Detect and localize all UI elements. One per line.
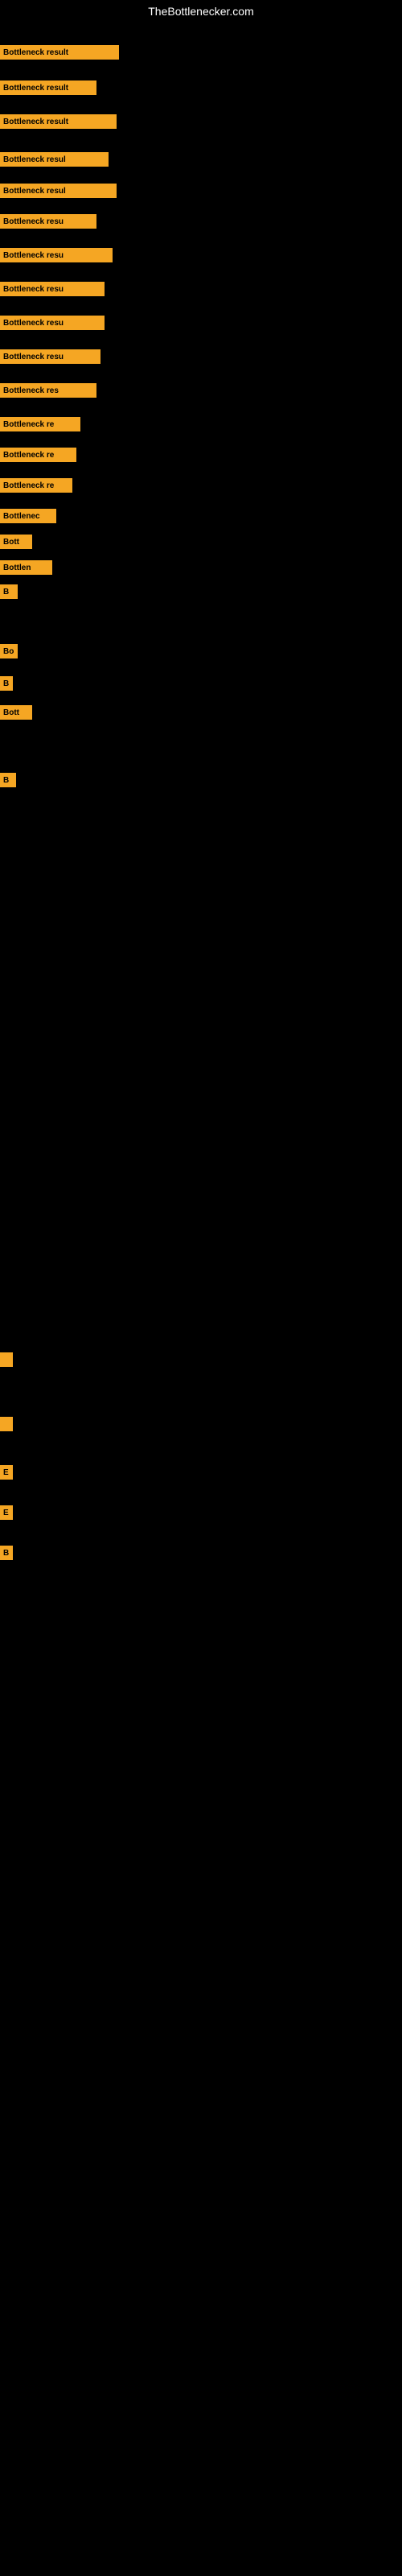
bar-label-19: Bo xyxy=(3,647,14,656)
bar-label-2: Bottleneck result xyxy=(3,84,68,93)
bar-item-3: Bottleneck result xyxy=(0,114,117,129)
bar-label-15: Bottlenec xyxy=(3,512,40,521)
bar-item-24 xyxy=(0,1417,13,1431)
bar-label-1: Bottleneck result xyxy=(3,48,68,57)
bar-item-21: Bott xyxy=(0,705,32,720)
bar-item-4: Bottleneck resul xyxy=(0,152,109,167)
bar-item-25: E xyxy=(0,1465,13,1480)
bar-item-18: B xyxy=(0,584,18,599)
bar-item-12: Bottleneck re xyxy=(0,417,80,431)
bar-label-17: Bottlen xyxy=(3,564,31,572)
bar-label-9: Bottleneck resu xyxy=(3,319,64,328)
bar-label-5: Bottleneck resul xyxy=(3,187,66,196)
bar-label-10: Bottleneck resu xyxy=(3,353,64,361)
bar-label-12: Bottleneck re xyxy=(3,420,54,429)
bar-item-22: B xyxy=(0,773,16,787)
bar-label-22: B xyxy=(3,776,9,785)
bar-item-17: Bottlen xyxy=(0,560,52,575)
bar-label-21: Bott xyxy=(3,708,19,717)
bar-item-10: Bottleneck resu xyxy=(0,349,100,364)
bar-label-25: E xyxy=(3,1468,9,1477)
bar-label-18: B xyxy=(3,588,9,597)
bar-item-8: Bottleneck resu xyxy=(0,282,105,296)
bar-item-16: Bott xyxy=(0,535,32,549)
bar-item-2: Bottleneck result xyxy=(0,80,96,95)
bar-item-14: Bottleneck re xyxy=(0,478,72,493)
bar-item-5: Bottleneck resul xyxy=(0,184,117,198)
bar-label-3: Bottleneck result xyxy=(3,118,68,126)
site-title: TheBottlenecker.com xyxy=(0,0,402,23)
bar-label-16: Bott xyxy=(3,538,19,547)
bar-item-15: Bottlenec xyxy=(0,509,56,523)
bar-item-27: B xyxy=(0,1546,13,1560)
bar-label-14: Bottleneck re xyxy=(3,481,54,490)
bar-label-4: Bottleneck resul xyxy=(3,155,66,164)
bar-item-20: B xyxy=(0,676,13,691)
bar-label-13: Bottleneck re xyxy=(3,451,54,460)
bar-label-11: Bottleneck res xyxy=(3,386,59,395)
bar-item-1: Bottleneck result xyxy=(0,45,119,60)
bar-item-7: Bottleneck resu xyxy=(0,248,113,262)
bar-item-26: E xyxy=(0,1505,13,1520)
bar-item-19: Bo xyxy=(0,644,18,658)
bar-item-11: Bottleneck res xyxy=(0,383,96,398)
bar-item-9: Bottleneck resu xyxy=(0,316,105,330)
bar-label-8: Bottleneck resu xyxy=(3,285,64,294)
bar-label-20: B xyxy=(3,679,9,688)
bar-label-7: Bottleneck resu xyxy=(3,251,64,260)
bar-item-13: Bottleneck re xyxy=(0,448,76,462)
bar-label-27: B xyxy=(3,1549,9,1558)
bar-item-6: Bottleneck resu xyxy=(0,214,96,229)
bar-item-23 xyxy=(0,1352,13,1367)
bar-label-6: Bottleneck resu xyxy=(3,217,64,226)
bar-label-26: E xyxy=(3,1509,9,1517)
